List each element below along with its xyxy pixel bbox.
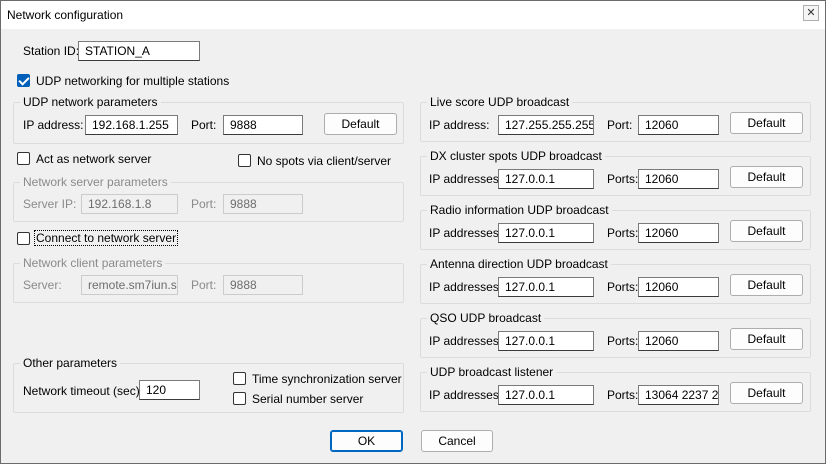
time-sync-checkbox[interactable] <box>233 372 246 385</box>
broadcast-port-input[interactable]: 12060 <box>638 277 719 297</box>
client-port-input[interactable]: 9888 <box>223 275 303 295</box>
serial-number-label: Serial number server <box>252 392 364 406</box>
broadcast-legend: Live score UDP broadcast <box>427 95 573 109</box>
broadcast-ip-input[interactable]: 127.0.0.1 <box>498 169 594 189</box>
broadcast-ip-input[interactable]: 127.0.0.1 <box>498 331 594 351</box>
broadcast-ip-label: IP address: <box>429 118 490 132</box>
udp-networking-checkbox[interactable] <box>17 74 30 87</box>
udp-port-input[interactable]: 9888 <box>223 115 303 135</box>
broadcast-ip-label: IP addresses: <box>429 388 503 402</box>
broadcast-port-label: Ports: <box>607 334 639 348</box>
broadcast-ip-label: IP addresses: <box>429 226 503 240</box>
window-title: Network configuration <box>7 8 124 22</box>
broadcast-default-button[interactable]: Default <box>730 220 803 242</box>
broadcast-default-button[interactable]: Default <box>730 112 803 134</box>
broadcast-ip-label: IP addresses: <box>429 334 503 348</box>
station-id-label: Station ID: <box>23 44 80 58</box>
broadcast-legend: DX cluster spots UDP broadcast <box>427 149 605 163</box>
client-server-input[interactable]: remote.sm7iun.se <box>81 275 178 295</box>
client-server-label: Server: <box>23 278 62 292</box>
udp-port-label: Port: <box>191 118 217 132</box>
connect-server-label: Connect to network server <box>33 230 179 246</box>
other-parameters-legend: Other parameters <box>20 356 121 370</box>
act-as-server-checkbox[interactable] <box>17 152 30 165</box>
network-server-parameters-legend: Network server parameters <box>20 175 171 189</box>
udp-network-parameters-legend: UDP network parameters <box>20 95 161 109</box>
no-spots-checkbox[interactable] <box>238 154 251 167</box>
ok-button[interactable]: OK <box>330 430 403 452</box>
server-ip-label: Server IP: <box>23 197 77 211</box>
act-as-server-label: Act as network server <box>36 152 152 166</box>
broadcast-port-label: Ports: <box>607 226 639 240</box>
serial-number-checkbox[interactable] <box>233 392 246 405</box>
server-ip-input[interactable]: 192.168.1.8 <box>81 194 178 214</box>
server-port-label: Port: <box>191 197 217 211</box>
broadcast-port-label: Ports: <box>607 388 639 402</box>
broadcast-port-label: Ports: <box>607 172 639 186</box>
no-spots-label: No spots via client/server <box>257 154 392 168</box>
broadcast-ip-label: IP addresses: <box>429 280 503 294</box>
broadcast-legend: Antenna direction UDP broadcast <box>427 257 611 271</box>
broadcast-default-button[interactable]: Default <box>730 328 803 350</box>
broadcast-port-label: Port: <box>607 118 633 132</box>
udp-default-button[interactable]: Default <box>324 113 397 135</box>
title-bar: Network configuration ✕ <box>1 1 825 29</box>
cancel-button[interactable]: Cancel <box>421 430 493 452</box>
broadcast-ip-input[interactable]: 127.0.0.1 <box>498 223 594 243</box>
network-timeout-label: Network timeout (sec): <box>23 384 144 398</box>
broadcast-ip-input[interactable]: 127.0.0.1 <box>498 277 594 297</box>
time-sync-label: Time synchronization server <box>252 372 402 386</box>
station-id-input[interactable]: STATION_A <box>78 41 200 61</box>
broadcast-port-label: Ports: <box>607 280 639 294</box>
broadcast-port-input[interactable]: 12060 <box>638 223 719 243</box>
broadcast-port-input[interactable]: 12060 <box>638 331 719 351</box>
broadcast-ip-input[interactable]: 127.0.0.1 <box>498 385 594 405</box>
broadcast-legend: QSO UDP broadcast <box>427 311 545 325</box>
connect-server-checkbox[interactable] <box>17 232 30 245</box>
broadcast-default-button[interactable]: Default <box>730 274 803 296</box>
server-port-input[interactable]: 9888 <box>223 194 303 214</box>
broadcast-port-input[interactable]: 13064 2237 2333 <box>638 385 719 405</box>
broadcast-legend: UDP broadcast listener <box>427 365 557 379</box>
client-port-label: Port: <box>191 278 217 292</box>
broadcast-default-button[interactable]: Default <box>730 166 803 188</box>
broadcast-default-button[interactable]: Default <box>730 382 803 404</box>
network-client-parameters-legend: Network client parameters <box>20 256 166 270</box>
udp-networking-label: UDP networking for multiple stations <box>36 74 230 88</box>
network-timeout-input[interactable]: 120 <box>139 380 200 400</box>
close-icon[interactable]: ✕ <box>803 5 819 21</box>
network-configuration-dialog: Network configuration ✕ Station ID: STAT… <box>0 0 826 464</box>
udp-ip-input[interactable]: 192.168.1.255 <box>85 115 178 135</box>
broadcast-port-input[interactable]: 12060 <box>638 115 719 135</box>
broadcast-port-input[interactable]: 12060 <box>638 169 719 189</box>
broadcast-ip-input[interactable]: 127.255.255.255 <box>498 115 594 135</box>
broadcast-ip-label: IP addresses: <box>429 172 503 186</box>
udp-ip-label: IP address: <box>23 118 84 132</box>
broadcast-legend: Radio information UDP broadcast <box>427 203 612 217</box>
